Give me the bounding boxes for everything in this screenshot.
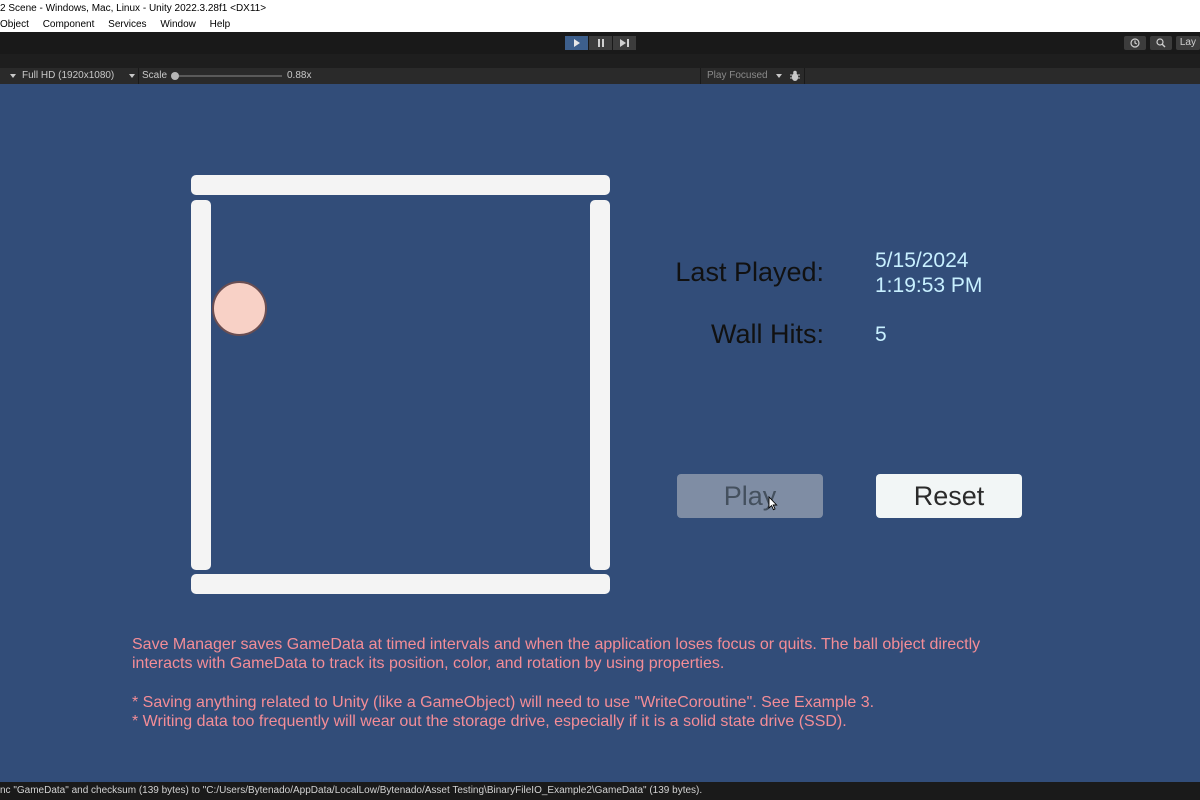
search-icon (1156, 38, 1166, 48)
info-text-line-1: Save Manager saves GameData at timed int… (132, 636, 981, 653)
main-toolbar: Lay (0, 32, 1200, 54)
toolbar-right-group: Lay (1123, 36, 1200, 50)
play-game-button[interactable]: Play (677, 474, 823, 518)
step-button[interactable] (613, 36, 636, 50)
menu-item-component[interactable]: Component (43, 17, 95, 32)
game-view-toolbar: Full HD (1920x1080) Scale 0.88x Play Foc… (0, 68, 1200, 84)
window-title: 2 Scene - Windows, Mac, Linux - Unity 20… (0, 3, 267, 14)
menu-item-gameobject[interactable]: Object (0, 17, 29, 32)
play-controls (565, 36, 636, 50)
last-played-label: Last Played: (675, 257, 824, 287)
reset-button[interactable]: Reset (876, 474, 1022, 518)
toolbar-divider (804, 68, 805, 84)
pause-icon (597, 39, 604, 47)
info-note-1: * Saving anything related to Unity (like… (132, 694, 875, 711)
play-icon (573, 39, 580, 47)
layout-dropdown[interactable]: Lay (1175, 36, 1200, 50)
last-played-time: 1:19:53 PM (875, 274, 983, 297)
tab-strip (0, 54, 1200, 68)
right-wall (590, 200, 610, 570)
toolbar-divider (700, 68, 701, 84)
scale-slider-handle[interactable] (171, 72, 179, 80)
wall-hits-value: 5 (875, 323, 887, 346)
top-wall (191, 175, 610, 195)
left-wall (191, 200, 211, 570)
history-icon (1130, 38, 1140, 48)
menu-item-help[interactable]: Help (210, 17, 231, 32)
mouse-cursor-icon (768, 496, 778, 511)
play-button[interactable] (565, 36, 588, 50)
console-status-bar[interactable]: nc "GameData" and checksum (139 bytes) t… (0, 782, 1200, 800)
info-text-line-2: interacts with GameData to track its pos… (132, 655, 725, 672)
toolbar-divider (138, 68, 139, 84)
window-title-bar: 2 Scene - Windows, Mac, Linux - Unity 20… (0, 0, 1200, 17)
game-viewport[interactable]: Last Played: 5/15/2024 1:19:53 PM Wall H… (0, 84, 1200, 782)
bottom-wall (191, 574, 610, 594)
last-played-date: 5/15/2024 (875, 249, 969, 272)
menu-item-services[interactable]: Services (108, 17, 146, 32)
menu-bar: Object Component Services Window Help (0, 17, 1200, 32)
history-button[interactable] (1123, 36, 1146, 50)
scale-label: Scale (142, 70, 168, 81)
menu-item-window[interactable]: Window (160, 17, 196, 32)
pause-button[interactable] (589, 36, 612, 50)
ball (212, 281, 267, 336)
info-note-2: * Writing data too frequently will wear … (132, 713, 847, 730)
play-mode-caret-icon[interactable] (776, 74, 782, 78)
wall-hits-label: Wall Hits: (711, 319, 824, 349)
display-dropdown-caret-icon[interactable] (10, 74, 16, 78)
search-button[interactable] (1149, 36, 1172, 50)
scale-slider-track[interactable] (174, 75, 282, 77)
bug-icon[interactable] (789, 70, 801, 82)
status-message: nc "GameData" and checksum (139 bytes) t… (0, 785, 703, 796)
step-icon (620, 39, 629, 47)
resolution-dropdown[interactable]: Full HD (1920x1080) (22, 68, 114, 84)
play-mode-dropdown[interactable]: Play Focused (707, 68, 768, 84)
resolution-caret-icon[interactable] (129, 74, 135, 78)
scale-value: 0.88x (287, 70, 312, 81)
